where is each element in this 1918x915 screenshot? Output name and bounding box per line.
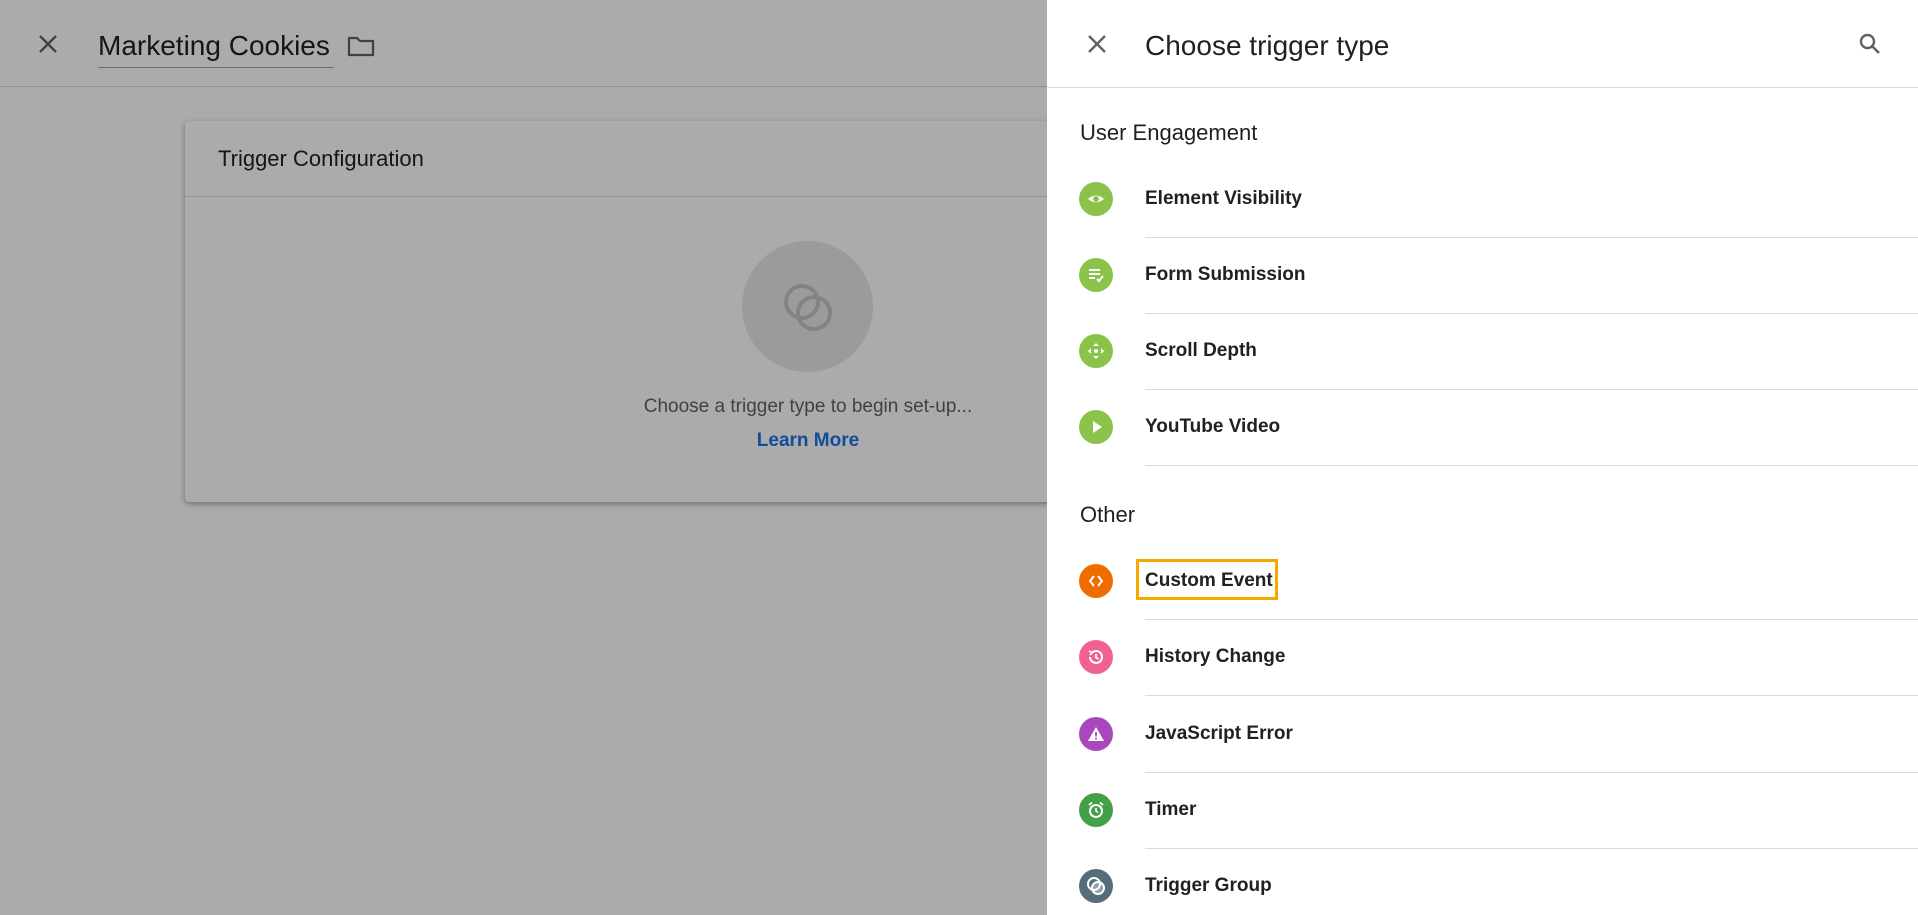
divider <box>1145 695 1918 696</box>
trigger-type-element-visibility[interactable]: Element Visibility <box>1047 162 1918 238</box>
trigger-type-label: Trigger Group <box>1145 875 1272 896</box>
section-title-other: Other <box>1080 502 1136 527</box>
search-icon <box>1859 33 1880 54</box>
trigger-type-form-submission[interactable]: Form Submission <box>1047 238 1918 314</box>
alarm-clock-icon <box>1079 793 1113 827</box>
trigger-type-label: JavaScript Error <box>1145 723 1293 744</box>
code-brackets-icon <box>1079 564 1113 598</box>
trigger-type-youtube-video[interactable]: YouTube Video <box>1047 390 1918 466</box>
eye-icon <box>1079 182 1113 216</box>
trigger-type-label: Form Submission <box>1145 264 1306 285</box>
trigger-group-icon <box>1079 869 1113 903</box>
search-button[interactable] <box>1854 28 1886 60</box>
trigger-type-history-change[interactable]: History Change <box>1047 620 1918 696</box>
section-title-user-engagement: User Engagement <box>1080 120 1258 145</box>
panel-title: Choose trigger type <box>1145 30 1390 61</box>
trigger-type-custom-event[interactable]: Custom Event <box>1047 544 1918 620</box>
play-icon <box>1079 410 1113 444</box>
trigger-type-trigger-group[interactable]: Trigger Group <box>1047 849 1918 915</box>
divider <box>1145 465 1918 466</box>
form-check-icon <box>1079 258 1113 292</box>
warning-icon <box>1079 717 1113 751</box>
panel-header: Choose trigger type <box>1047 0 1918 88</box>
move-arrows-icon <box>1079 334 1113 368</box>
trigger-type-label: Element Visibility <box>1145 188 1302 209</box>
trigger-type-label: Scroll Depth <box>1145 340 1257 361</box>
trigger-type-label: YouTube Video <box>1145 416 1281 437</box>
panel-close-button[interactable] <box>1081 28 1113 60</box>
history-icon <box>1079 640 1113 674</box>
close-icon <box>1088 35 1106 53</box>
trigger-type-label: History Change <box>1145 646 1286 667</box>
trigger-type-panel: Choose trigger type User Engagement Elem… <box>1047 0 1918 915</box>
trigger-type-scroll-depth[interactable]: Scroll Depth <box>1047 314 1918 390</box>
trigger-type-label: Custom Event <box>1145 570 1273 591</box>
trigger-type-label: Timer <box>1145 799 1197 820</box>
trigger-type-timer[interactable]: Timer <box>1047 773 1918 849</box>
trigger-type-javascript-error[interactable]: JavaScript Error <box>1047 697 1918 773</box>
